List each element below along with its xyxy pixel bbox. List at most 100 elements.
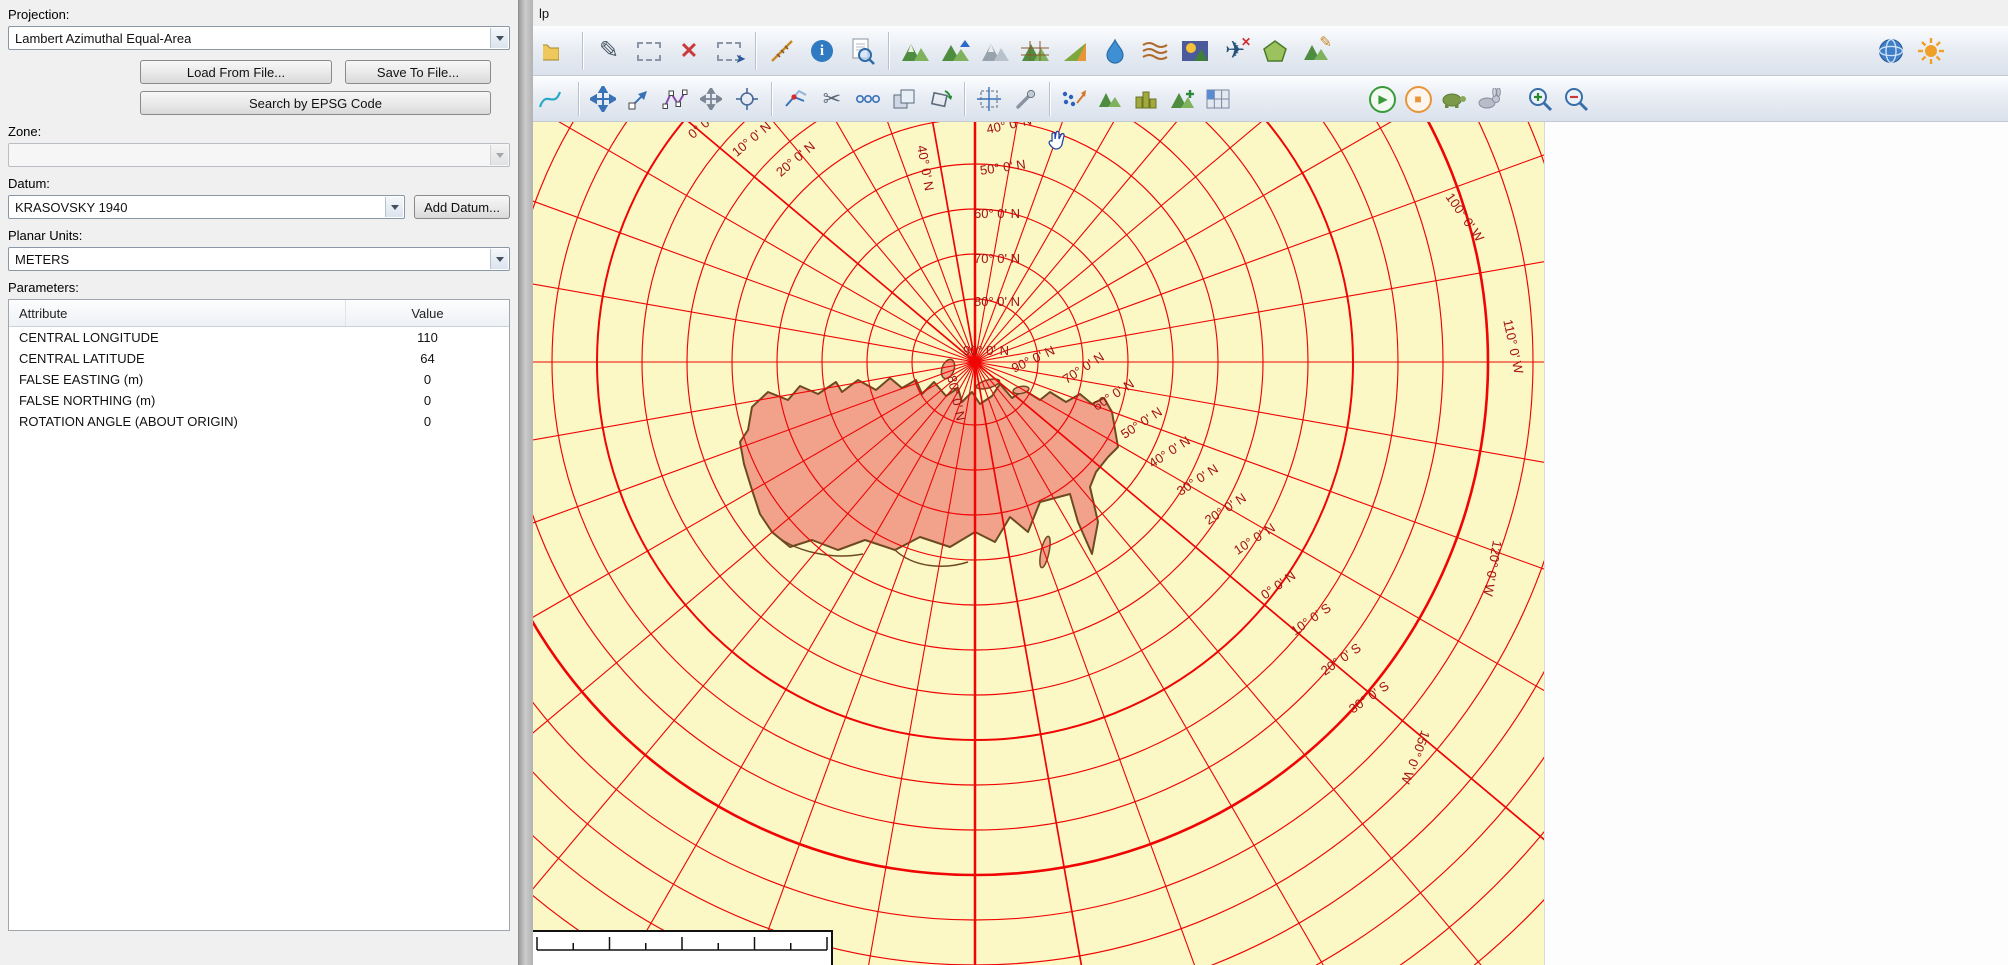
speed-slow-icon[interactable] — [1437, 82, 1471, 116]
watershed-icon[interactable] — [1096, 32, 1134, 70]
datum-select[interactable]: KRASOVSKY 1940 — [8, 195, 405, 219]
move-vertex-icon[interactable] — [622, 82, 656, 116]
curve-tool-icon[interactable] — [537, 82, 571, 116]
toolbar-separator — [964, 82, 965, 116]
terrain-mountain-icon[interactable] — [1093, 82, 1127, 116]
param-value[interactable]: 0 — [346, 390, 509, 411]
contour-lines-icon[interactable] — [1136, 32, 1174, 70]
column-header-attribute: Attribute — [9, 300, 346, 326]
add-datum-button[interactable]: Add Datum... — [414, 195, 510, 219]
select-region-icon[interactable] — [630, 32, 668, 70]
load-from-file-button[interactable]: Load From File... — [140, 60, 332, 84]
datum-label: Datum: — [8, 175, 510, 193]
flight-path-icon[interactable]: ✈✕ — [1216, 32, 1254, 70]
speed-fast-icon[interactable] — [1473, 82, 1507, 116]
digitizer-pencil-icon[interactable]: ✎ — [590, 32, 628, 70]
measure-icon[interactable] — [763, 32, 801, 70]
column-header-value: Value — [346, 300, 509, 326]
save-to-file-button[interactable]: Save To File... — [345, 60, 491, 84]
screen: Projection: Lambert Azimuthal Equal-Area… — [0, 0, 2008, 965]
planar-units-label: Planar Units: — [8, 227, 510, 245]
toolbar-separator — [888, 32, 889, 70]
graticule-svg — [533, 122, 1544, 965]
table-row[interactable]: ROTATION ANGLE (ABOUT ORIGIN)0 — [9, 411, 509, 432]
toolbar-separator — [771, 82, 772, 116]
zoom-to-view-icon[interactable] — [843, 32, 881, 70]
table-row[interactable]: FALSE EASTING (m)0 — [9, 369, 509, 390]
param-value[interactable]: 64 — [346, 348, 509, 369]
play-animation-icon[interactable]: ▶ — [1365, 82, 1399, 116]
chevron-down-icon — [490, 249, 508, 269]
toolbar-separator — [755, 32, 756, 70]
stop-animation-icon[interactable]: ■ — [1401, 82, 1435, 116]
projection-center-marker — [972, 359, 979, 366]
zoom-in-icon[interactable] — [1523, 82, 1557, 116]
param-attribute: FALSE NORTHING (m) — [9, 390, 346, 411]
parameters-table-header: Attribute Value — [9, 300, 509, 327]
snap-vertex-icon[interactable] — [730, 82, 764, 116]
empty-workspace — [1544, 122, 2008, 965]
terrain-grid-icon[interactable] — [1016, 32, 1054, 70]
projection-dialog: Projection: Lambert Azimuthal Equal-Area… — [0, 0, 519, 965]
menu-help-partial[interactable]: lp — [535, 4, 553, 23]
sun-shading-icon[interactable] — [1912, 32, 1950, 70]
edit-vertices-icon[interactable] — [658, 82, 692, 116]
slope-shader-icon[interactable] — [1056, 32, 1094, 70]
toolbar-separator — [1049, 82, 1050, 116]
viewshed-icon[interactable] — [1176, 32, 1214, 70]
split-line-icon[interactable]: ✂ — [815, 82, 849, 116]
param-value[interactable]: 110 — [346, 327, 509, 348]
digitizer-toolbar: ✂ ▶■ — [533, 76, 2008, 122]
zoom-out-icon[interactable] — [1559, 82, 1593, 116]
crosshair-box-icon[interactable] — [972, 82, 1006, 116]
hand-cursor-icon — [1043, 130, 1073, 158]
chevron-down-icon — [490, 145, 508, 165]
delete-selected-icon[interactable]: ✕ — [670, 32, 708, 70]
param-attribute: FALSE EASTING (m) — [9, 369, 346, 390]
meridian-line — [533, 122, 1489, 965]
terrain-stamp-icon[interactable] — [1165, 82, 1199, 116]
pin-tool-icon[interactable] — [1008, 82, 1042, 116]
search-epsg-button[interactable]: Search by EPSG Code — [140, 91, 491, 115]
menu-bar: lp — [533, 0, 2008, 26]
terrain-export-icon[interactable] — [936, 32, 974, 70]
projection-select[interactable]: Lambert Azimuthal Equal-Area — [8, 26, 510, 50]
planar-units-select[interactable]: METERS — [8, 247, 510, 271]
scale-bar — [533, 930, 833, 965]
move-feature-icon[interactable] — [586, 82, 620, 116]
meridian-line — [533, 122, 1489, 965]
table-row[interactable]: FALSE NORTHING (m)0 — [9, 390, 509, 411]
zone-select — [8, 143, 510, 167]
shift-feature-icon[interactable] — [694, 82, 728, 116]
buildings-icon[interactable] — [1129, 82, 1163, 116]
folder-partial-icon[interactable] — [537, 32, 575, 70]
param-value[interactable]: 0 — [346, 369, 509, 390]
table-row[interactable]: CENTRAL LONGITUDE110 — [9, 327, 509, 348]
globe-view-icon[interactable] — [1872, 32, 1910, 70]
terrain-create-icon[interactable] — [896, 32, 934, 70]
parameters-table: Attribute Value CENTRAL LONGITUDE110CENT… — [8, 299, 510, 931]
night-view-icon[interactable] — [1952, 32, 1990, 70]
param-attribute: ROTATION ANGLE (ABOUT ORIGIN) — [9, 411, 346, 432]
vertex-dots-icon[interactable] — [851, 82, 885, 116]
terrain-paint-icon[interactable]: ✎ — [1296, 32, 1334, 70]
map-view[interactable]: 40° 0' N50° 0' N60° 0' N70° 0' N80° 0' N… — [533, 122, 1544, 965]
pan-select-icon[interactable]: ➤ — [710, 32, 748, 70]
param-value[interactable]: 0 — [346, 411, 509, 432]
workspace: 40° 0' N50° 0' N60° 0' N70° 0' N80° 0' N… — [533, 122, 2008, 965]
table-row[interactable]: CENTRAL LATITUDE64 — [9, 348, 509, 369]
main-tool bar: ✎ ✕➤ i ✈✕ ✎ — [533, 26, 2008, 76]
area-polygon-icon[interactable] — [1256, 32, 1294, 70]
raster-select-icon[interactable] — [1201, 82, 1235, 116]
param-attribute: CENTRAL LONGITUDE — [9, 327, 346, 348]
rotate-feature-icon[interactable] — [923, 82, 957, 116]
param-attribute: CENTRAL LATITUDE — [9, 348, 346, 369]
feature-info-icon[interactable]: i — [803, 32, 841, 70]
projection-value: Lambert Azimuthal Equal-Area — [15, 31, 191, 46]
terrain-gray-icon[interactable] — [976, 32, 1014, 70]
scale-ticks — [533, 932, 831, 965]
offset-copy-icon[interactable] — [887, 82, 921, 116]
point-cloud-icon[interactable] — [1057, 82, 1091, 116]
join-lines-icon[interactable] — [779, 82, 813, 116]
zone-label: Zone: — [8, 123, 510, 141]
